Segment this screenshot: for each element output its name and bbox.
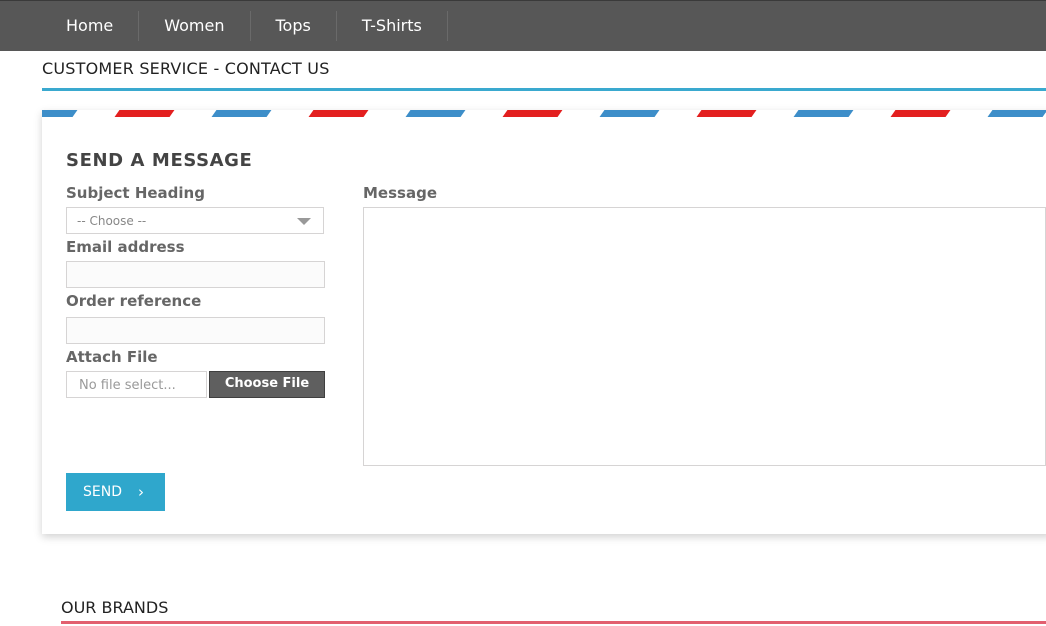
our-brands-heading: OUR BRANDS: [61, 598, 169, 617]
subject-select[interactable]: -- Choose --: [66, 207, 324, 234]
airmail-stripe: [211, 110, 272, 117]
send-button-label: SEND: [83, 484, 122, 500]
brands-divider: [61, 621, 1046, 624]
airmail-stripe: [696, 110, 757, 117]
heading-divider: [42, 88, 1046, 91]
contact-form-card: SEND A MESSAGE Subject Heading -- Choose…: [42, 110, 1046, 534]
choose-file-button[interactable]: Choose File: [209, 371, 325, 398]
top-navigation-bar: Home Women Tops T-Shirts: [0, 0, 1046, 51]
email-label: Email address: [66, 238, 185, 256]
airmail-border: [42, 110, 1046, 117]
airmail-stripe: [793, 110, 854, 117]
nav-item-tops[interactable]: Tops: [251, 11, 337, 41]
form-title: SEND A MESSAGE: [66, 150, 253, 171]
airmail-stripe: [308, 110, 369, 117]
order-reference-field[interactable]: [66, 317, 325, 344]
send-button[interactable]: SEND ›: [66, 473, 165, 511]
airmail-stripe: [405, 110, 466, 117]
page-heading: CUSTOMER SERVICE - CONTACT US: [42, 59, 330, 78]
nav-item-women[interactable]: Women: [139, 11, 251, 41]
airmail-stripe: [890, 110, 951, 117]
attach-file-label: Attach File: [66, 348, 158, 366]
email-field[interactable]: [66, 261, 325, 288]
airmail-stripe: [42, 110, 78, 117]
main-nav: Home Women Tops T-Shirts: [41, 1, 448, 51]
subject-selected-value: -- Choose --: [77, 214, 147, 228]
nav-item-tshirts[interactable]: T-Shirts: [337, 11, 448, 41]
message-textarea[interactable]: [363, 207, 1046, 466]
airmail-stripe: [599, 110, 660, 117]
airmail-stripe: [502, 110, 563, 117]
subject-label: Subject Heading: [66, 184, 205, 202]
message-label: Message: [363, 184, 437, 202]
chevron-down-icon: [297, 218, 311, 225]
chevron-right-icon: ›: [138, 483, 144, 501]
file-name-display: No file select...: [66, 371, 207, 398]
airmail-stripe: [987, 110, 1046, 117]
file-status-text: No file select...: [79, 378, 176, 393]
airmail-stripe: [114, 110, 175, 117]
nav-item-home[interactable]: Home: [41, 11, 140, 41]
order-reference-label: Order reference: [66, 292, 202, 310]
